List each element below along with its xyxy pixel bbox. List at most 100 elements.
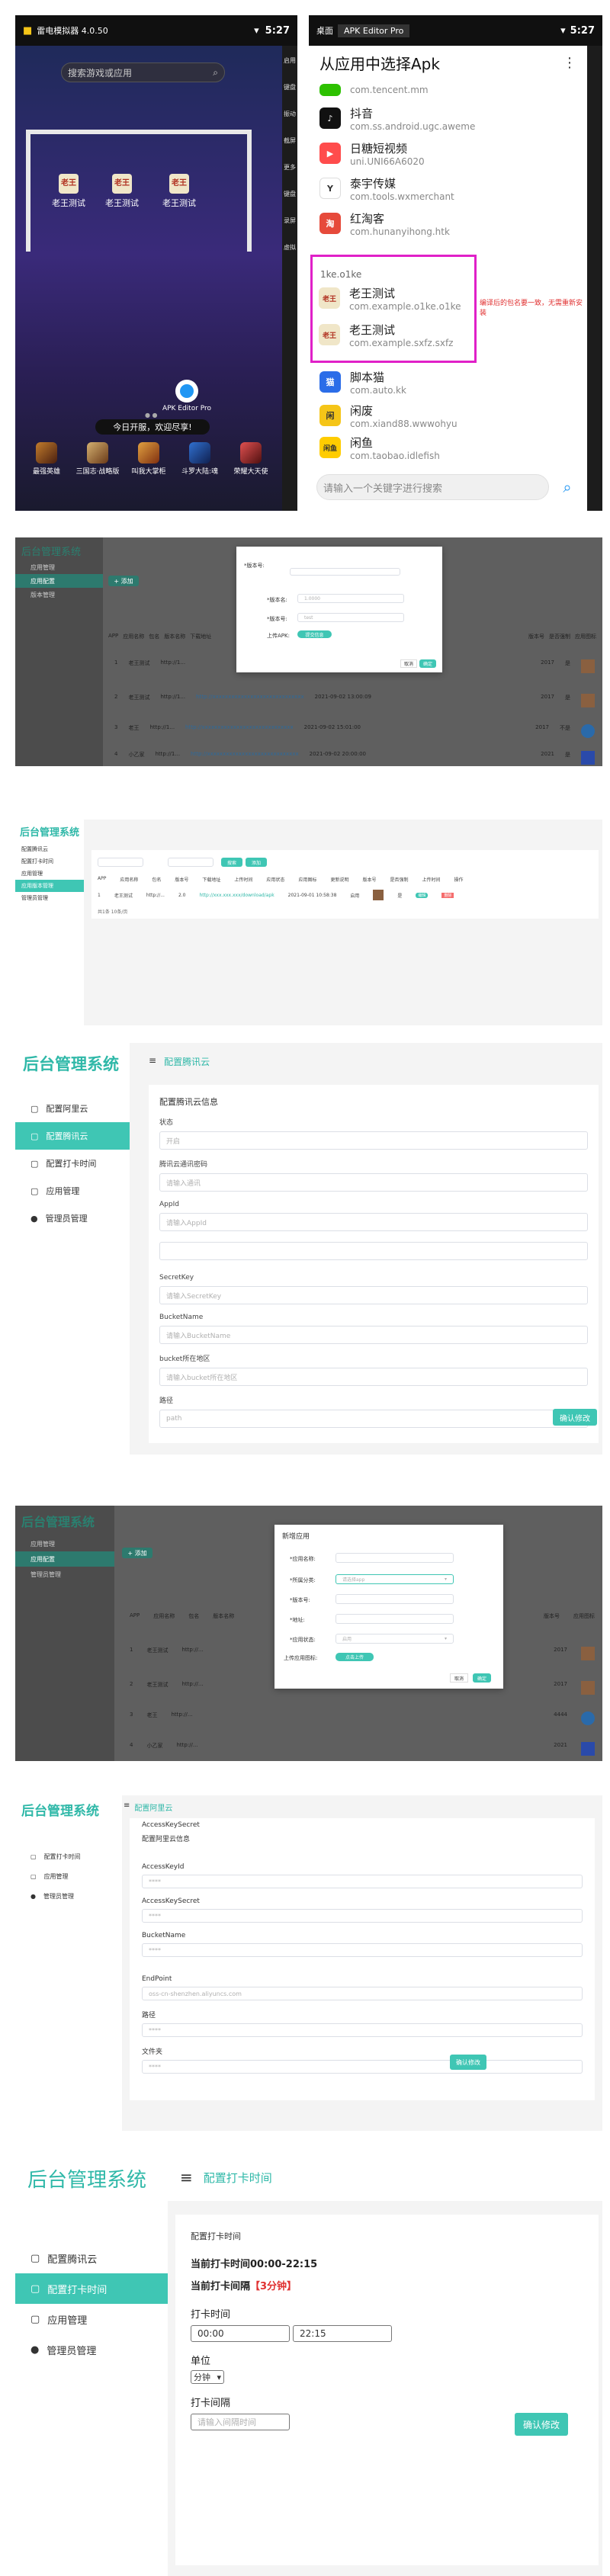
ok-button[interactable]: 确定: [473, 1673, 491, 1683]
sidebar-item[interactable]: ▢ 配置打卡时间: [15, 1846, 122, 1866]
sidebar-item[interactable]: 应用配置: [15, 1551, 114, 1567]
sidebar-item[interactable]: ▢ 应用管理: [15, 1866, 122, 1886]
delete-button[interactable]: 删除: [441, 892, 454, 898]
bucketname-input[interactable]: ****: [142, 1943, 583, 1957]
app-row[interactable]: com.tencent.mm: [309, 79, 587, 101]
app-name-input[interactable]: [336, 1553, 454, 1563]
accesskeyid-input[interactable]: ****: [142, 1875, 583, 1888]
desktop-app[interactable]: 老王 老王测试: [99, 174, 145, 209]
accesskeysecret-input[interactable]: ****: [142, 1909, 583, 1923]
toolbar-button[interactable]: 录屏: [284, 217, 296, 225]
sidebar-item[interactable]: ● 管理员管理: [15, 1886, 122, 1906]
add-button[interactable]: 添加: [246, 858, 267, 867]
status-select[interactable]: 启用 ▾: [336, 1634, 454, 1644]
toolbar-button[interactable]: 键盘: [284, 190, 296, 198]
app-row[interactable]: Y 泰宇传媒 com.tools.wxmerchant: [309, 171, 587, 206]
dock-app[interactable]: 荣耀大天使: [227, 442, 274, 488]
sidebar-item[interactable]: ▢ 配置腾讯云: [15, 2243, 168, 2273]
app-row[interactable]: 闲鱼 闲鱼 com.taobao.idlefish: [309, 431, 587, 464]
sidebar-item[interactable]: ▢ 配置腾讯云: [15, 1122, 130, 1150]
version-field[interactable]: [290, 568, 400, 576]
end-time-input[interactable]: 22:15: [293, 2325, 392, 2342]
menu-toggle-icon[interactable]: ≡: [149, 1055, 156, 1068]
region-input[interactable]: 请输入bucket所在地区: [159, 1368, 588, 1386]
sidebar-item[interactable]: 应用配置: [15, 574, 103, 588]
sidebar-item[interactable]: ▢ 配置打卡时间: [15, 1150, 130, 1177]
desktop-app[interactable]: 老王 老王测试: [156, 174, 202, 209]
desktop-app[interactable]: 老王 老王测试: [46, 174, 92, 209]
sidebar-item[interactable]: ▢ 配置阿里云: [15, 1095, 130, 1122]
status-field[interactable]: 开启: [159, 1131, 588, 1150]
filter-input[interactable]: [98, 858, 143, 867]
dock-app[interactable]: 最强英雄: [23, 442, 70, 488]
interval-input[interactable]: 请输入间隔时间: [191, 2414, 290, 2430]
path-input[interactable]: ****: [142, 2023, 583, 2037]
sidebar-item[interactable]: 版本管理: [15, 588, 103, 601]
sidebar-item[interactable]: 配置腾讯云: [15, 843, 84, 855]
submit-button[interactable]: 确认修改: [553, 1409, 597, 1426]
more-icon[interactable]: ⋮: [563, 55, 576, 71]
app-row[interactable]: 老王 老王测试 com.example.o1ke.o1ke: [313, 280, 474, 316]
sidebar-item[interactable]: 应用管理: [15, 560, 103, 574]
edit-button[interactable]: 编辑: [416, 892, 429, 898]
bucketname-input[interactable]: 请输入BucketName: [159, 1326, 588, 1344]
menu-toggle-icon[interactable]: ≡: [180, 2168, 193, 2186]
filter-input[interactable]: [168, 858, 214, 867]
search-button[interactable]: 搜索: [221, 858, 242, 867]
endpoint-input[interactable]: oss-cn-shenzhen.aliyuncs.com: [142, 1987, 583, 2000]
secretid-input[interactable]: [159, 1242, 588, 1260]
tab-apk-editor[interactable]: APK Editor Pro: [338, 24, 410, 37]
app-row[interactable]: ▶ 日糖短视频 uni.UNI66A6020: [309, 136, 587, 171]
sidebar-item[interactable]: ▢ 应用管理: [15, 1177, 130, 1205]
secretkey-input[interactable]: 请输入SecretKey: [159, 1286, 588, 1304]
dock-app[interactable]: 斗罗大陆:魂: [176, 442, 223, 488]
add-button[interactable]: + 添加: [122, 1548, 152, 1558]
toolbar-button[interactable]: 振动: [284, 110, 296, 118]
menu-toggle-icon[interactable]: ≡: [124, 1801, 130, 1813]
category-select[interactable]: 请选择app ▾: [336, 1574, 454, 1584]
version-input[interactable]: [336, 1594, 454, 1604]
submit-button[interactable]: 确认修改: [515, 2413, 568, 2436]
toolbar-button[interactable]: 键盘: [284, 83, 296, 91]
cancel-button[interactable]: 取消: [450, 1673, 468, 1683]
search-bar[interactable]: 搜索游戏或应用 ⌕: [61, 63, 225, 82]
address-input[interactable]: [336, 1614, 454, 1624]
sidebar-item[interactable]: ▢ 应用管理: [15, 2304, 168, 2334]
submit-button[interactable]: 确认修改: [450, 2055, 486, 2070]
sidebar-item[interactable]: ● 管理员管理: [15, 1205, 130, 1232]
submit-button[interactable]: 提交信息: [297, 630, 332, 638]
sidebar-item[interactable]: 应用管理: [15, 868, 84, 880]
version-code-input[interactable]: test: [297, 613, 404, 622]
path-input[interactable]: path: [159, 1410, 588, 1428]
cancel-button[interactable]: 取消: [400, 659, 417, 668]
add-button[interactable]: + 添加: [108, 576, 139, 586]
dock-app[interactable]: 叫我大掌柜: [125, 442, 172, 488]
dock-app[interactable]: 三国志·战略版: [74, 442, 121, 488]
app-row[interactable]: 闲 闲废 com.xiand88.wwwohyu: [309, 399, 587, 431]
sidebar-item[interactable]: 配置打卡时间: [15, 855, 84, 868]
toolbar-button[interactable]: 更多: [284, 163, 296, 172]
ok-button[interactable]: 确定: [419, 659, 436, 668]
start-time-input[interactable]: 00:00: [191, 2325, 290, 2342]
appid-input[interactable]: 请输入AppId: [159, 1213, 588, 1231]
app-row[interactable]: 淘 红淘客 com.hunanyihong.htk: [309, 206, 587, 241]
sidebar-item[interactable]: ▢ 配置打卡时间: [15, 2273, 168, 2304]
pagination[interactable]: 共1条 10条/页: [98, 908, 127, 915]
sidebar-item[interactable]: 管理员管理: [15, 892, 84, 904]
app-row[interactable]: 猫 脚本猫 com.auto.kk: [309, 364, 587, 399]
version-name-input[interactable]: 1.0000: [297, 594, 404, 603]
tab-desktop[interactable]: 桌面: [316, 24, 333, 37]
toolbar-button[interactable]: 截屏: [284, 136, 296, 145]
app-row[interactable]: ♪ 抖音 com.ss.android.ugc.aweme: [309, 101, 587, 136]
sidebar-item[interactable]: 应用管理: [15, 1536, 114, 1551]
apk-search-input[interactable]: 请输入一个关键字进行搜索: [316, 474, 549, 500]
search-button[interactable]: ⌕: [554, 474, 580, 500]
upload-button[interactable]: 点击上传: [336, 1653, 374, 1661]
toolbar-button[interactable]: 虚拟: [284, 243, 296, 252]
app-row[interactable]: 老王 老王测试 com.example.sxfz.sxfz: [313, 316, 474, 353]
toolbar-button[interactable]: 启用: [284, 56, 296, 65]
sidebar-item[interactable]: ● 管理员管理: [15, 2334, 168, 2365]
sidebar-item[interactable]: 应用版本管理: [15, 880, 84, 892]
password-input[interactable]: 请输入通讯: [159, 1173, 588, 1192]
unit-select[interactable]: 分钟 ▾: [191, 2370, 224, 2384]
